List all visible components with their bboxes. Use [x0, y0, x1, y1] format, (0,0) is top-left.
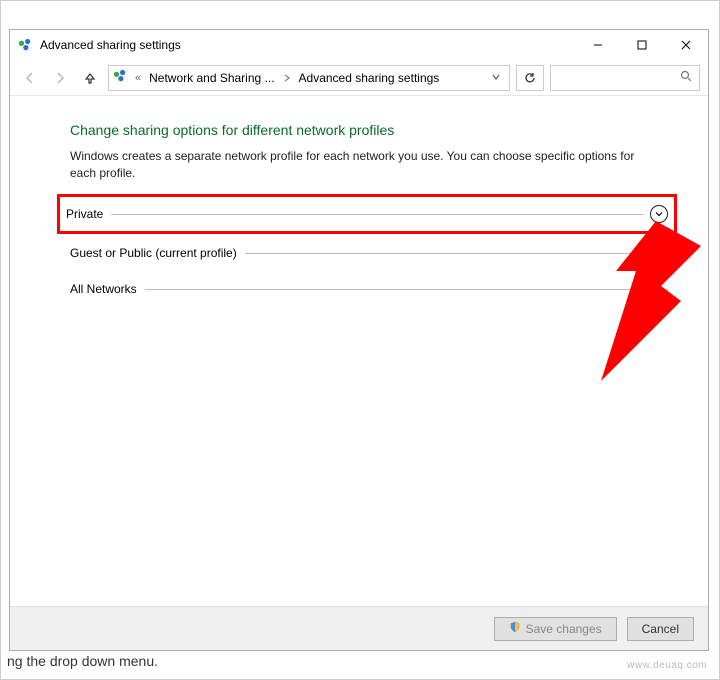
network-sharing-icon: [18, 38, 32, 52]
content-area: Change sharing options for different net…: [10, 96, 708, 606]
chevron-right-icon: [281, 71, 293, 85]
address-bar[interactable]: « Network and Sharing ... Advanced shari…: [108, 65, 510, 91]
forward-button[interactable]: [48, 66, 72, 90]
search-box[interactable]: [550, 65, 700, 91]
section-label: Private: [66, 207, 111, 221]
expand-toggle[interactable]: [650, 205, 668, 223]
shield-icon: [509, 621, 521, 636]
section-rule: [111, 214, 644, 215]
page-heading: Change sharing options for different net…: [70, 122, 668, 138]
section-all-networks[interactable]: All Networks: [70, 275, 668, 303]
search-icon: [680, 70, 693, 86]
section-private[interactable]: Private: [60, 197, 674, 231]
address-dropdown[interactable]: [487, 71, 505, 85]
maximize-button[interactable]: [620, 30, 664, 60]
section-rule: [145, 289, 668, 290]
close-button[interactable]: [664, 30, 708, 60]
footer: Save changes Cancel: [10, 606, 708, 650]
save-changes-button[interactable]: Save changes: [494, 617, 617, 641]
page-description: Windows creates a separate network profi…: [70, 148, 660, 183]
nav-row: « Network and Sharing ... Advanced shari…: [10, 60, 708, 96]
back-button[interactable]: [18, 66, 42, 90]
background-partial-text: ng the drop down menu.: [7, 653, 158, 669]
button-label: Cancel: [642, 622, 679, 636]
watermark: www.deuaq.com: [627, 660, 707, 671]
window: Advanced sharing settings: [9, 29, 709, 651]
section-guest-public[interactable]: Guest or Public (current profile): [70, 239, 668, 267]
cancel-button[interactable]: Cancel: [627, 617, 694, 641]
breadcrumb-root-chevrons: «: [135, 72, 141, 84]
refresh-button[interactable]: [516, 65, 544, 91]
breadcrumb-item[interactable]: Network and Sharing ...: [149, 71, 274, 85]
up-button[interactable]: [78, 66, 102, 90]
network-sharing-icon: [113, 69, 127, 86]
section-rule: [245, 253, 644, 254]
button-label: Save changes: [526, 622, 602, 636]
breadcrumb-item[interactable]: Advanced sharing settings: [299, 71, 440, 85]
expand-toggle[interactable]: [650, 244, 668, 262]
window-title: Advanced sharing settings: [40, 38, 181, 52]
minimize-button[interactable]: [576, 30, 620, 60]
section-label: All Networks: [70, 282, 145, 296]
titlebar: Advanced sharing settings: [10, 30, 708, 60]
section-label: Guest or Public (current profile): [70, 246, 245, 260]
